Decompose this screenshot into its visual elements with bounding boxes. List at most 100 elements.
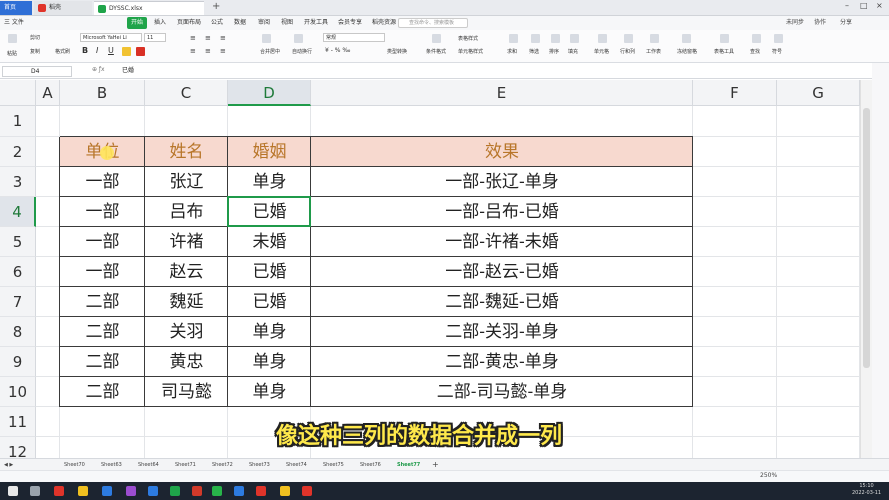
table-cell[interactable]: 一部-张辽-单身 bbox=[311, 167, 693, 197]
fill-color-icon[interactable] bbox=[122, 47, 131, 56]
table-cell[interactable]: 一部 bbox=[60, 257, 145, 287]
table-cell[interactable]: 许褚 bbox=[145, 227, 228, 257]
fill-button[interactable]: 填充 bbox=[568, 48, 578, 55]
font-size-select[interactable]: 11 bbox=[144, 33, 166, 42]
menu-review[interactable]: 审阅 bbox=[258, 17, 270, 29]
row-header-8[interactable]: 8 bbox=[0, 317, 36, 347]
scrollbar-thumb[interactable] bbox=[863, 108, 870, 368]
format-painter-button[interactable]: 格式刷 bbox=[55, 48, 70, 55]
zoom-level[interactable]: 250% bbox=[760, 472, 777, 479]
tab-document[interactable]: DYSSC.xlsx bbox=[94, 1, 204, 15]
header-cell[interactable]: 姓名 bbox=[145, 137, 228, 167]
share-button[interactable]: 分享 bbox=[840, 17, 852, 29]
name-box[interactable]: D4 bbox=[2, 66, 72, 77]
vertical-scrollbar[interactable] bbox=[860, 80, 872, 458]
align-left-icon[interactable]: ≡ bbox=[190, 47, 196, 55]
row-col-button[interactable]: 行和列 bbox=[620, 48, 635, 55]
row-header-6[interactable]: 6 bbox=[0, 257, 36, 287]
app-icon[interactable] bbox=[234, 486, 244, 496]
table-cell[interactable]: 一部-吕布-已婚 bbox=[311, 197, 693, 227]
table-style-button[interactable]: 表格样式 bbox=[458, 35, 478, 42]
table-cell[interactable]: 二部 bbox=[60, 287, 145, 317]
maximize-icon[interactable]: □ bbox=[860, 1, 868, 10]
wechat-icon[interactable] bbox=[212, 486, 222, 496]
table-cell[interactable]: 单身 bbox=[228, 347, 311, 377]
align-right-icon[interactable]: ≡ bbox=[220, 47, 226, 55]
table-cell[interactable]: 未婚 bbox=[228, 227, 311, 257]
app-icon[interactable] bbox=[302, 486, 312, 496]
table-cell[interactable]: 司马懿 bbox=[145, 377, 228, 407]
sheet-tab[interactable]: Sheet70 bbox=[64, 460, 85, 470]
find-button[interactable]: 查找 bbox=[750, 48, 760, 55]
add-sheet-icon[interactable]: + bbox=[432, 460, 439, 470]
menu-member[interactable]: 会员专享 bbox=[338, 17, 362, 29]
app-icon[interactable] bbox=[102, 486, 112, 496]
underline-button[interactable]: U bbox=[108, 46, 114, 55]
taskbar-clock[interactable]: 15:10 2022-03-11 bbox=[852, 483, 881, 497]
menu-data[interactable]: 数据 bbox=[234, 17, 246, 29]
column-header-e[interactable]: E bbox=[311, 80, 693, 106]
table-tools-button[interactable]: 表格工具 bbox=[714, 48, 734, 55]
table-cell[interactable]: 一部 bbox=[60, 167, 145, 197]
table-cell[interactable]: 吕布 bbox=[145, 197, 228, 227]
sheet-tab[interactable]: Sheet64 bbox=[138, 460, 159, 470]
wrap-text-button[interactable]: 自动换行 bbox=[292, 48, 312, 55]
table-cell[interactable]: 已婚 bbox=[228, 257, 311, 287]
sheet-tab[interactable]: Sheet72 bbox=[212, 460, 233, 470]
align-center-icon[interactable]: ≡ bbox=[205, 47, 211, 55]
start-icon[interactable] bbox=[8, 486, 18, 496]
table-cell[interactable]: 关羽 bbox=[145, 317, 228, 347]
font-color-icon[interactable] bbox=[136, 47, 145, 56]
row-header-2[interactable]: 2 bbox=[0, 137, 36, 167]
fx-icon[interactable]: ⊕ ƒx bbox=[92, 66, 105, 73]
row-header-9[interactable]: 9 bbox=[0, 347, 36, 377]
column-header-a[interactable]: A bbox=[36, 80, 60, 106]
column-header-g[interactable]: G bbox=[777, 80, 860, 106]
number-format-select[interactable]: 常规 bbox=[323, 33, 385, 42]
table-cell[interactable]: 已婚 bbox=[228, 287, 311, 317]
menu-developer[interactable]: 开发工具 bbox=[304, 17, 328, 29]
table-cell[interactable]: 赵云 bbox=[145, 257, 228, 287]
formula-input[interactable]: 已婚 bbox=[122, 66, 134, 76]
italic-button[interactable]: I bbox=[96, 46, 98, 55]
chrome-icon[interactable] bbox=[54, 486, 64, 496]
menu-file[interactable]: 三 文件 bbox=[4, 17, 24, 29]
table-cell[interactable]: 二部-魏延-已婚 bbox=[311, 287, 693, 317]
row-header-7[interactable]: 7 bbox=[0, 287, 36, 317]
table-cell[interactable]: 一部-许褚-未婚 bbox=[311, 227, 693, 257]
minimize-icon[interactable]: – bbox=[845, 1, 849, 10]
table-cell[interactable]: 张辽 bbox=[145, 167, 228, 197]
row-header-3[interactable]: 3 bbox=[0, 167, 36, 197]
percent-icon[interactable]: ¥ - % ‰ bbox=[325, 47, 350, 54]
table-cell[interactable]: 魏延 bbox=[145, 287, 228, 317]
collaborate-button[interactable]: 协作 bbox=[814, 17, 826, 29]
folder-icon[interactable] bbox=[78, 486, 88, 496]
tab-home[interactable]: 首页 bbox=[0, 1, 32, 15]
table-cell[interactable]: 单身 bbox=[228, 167, 311, 197]
unsynced-status[interactable]: 未同步 bbox=[786, 17, 804, 29]
header-cell[interactable]: 婚姻 bbox=[228, 137, 311, 167]
app-icon[interactable] bbox=[280, 486, 290, 496]
cell-button[interactable]: 单元格 bbox=[594, 48, 609, 55]
app-icon[interactable] bbox=[192, 486, 202, 496]
conditional-format-button[interactable]: 条件格式 bbox=[426, 48, 446, 55]
row-header-1[interactable]: 1 bbox=[0, 106, 36, 137]
select-all-corner[interactable] bbox=[0, 80, 36, 106]
tab-daoke[interactable]: 稻壳 bbox=[34, 1, 92, 15]
table-cell[interactable]: 二部 bbox=[60, 317, 145, 347]
align-middle-icon[interactable]: ≡ bbox=[205, 34, 211, 42]
sheet-tab[interactable]: Sheet63 bbox=[101, 460, 122, 470]
table-cell[interactable]: 单身 bbox=[228, 377, 311, 407]
menu-view[interactable]: 视图 bbox=[281, 17, 293, 29]
row-header-4[interactable]: 4 bbox=[0, 197, 36, 227]
row-header-5[interactable]: 5 bbox=[0, 227, 36, 257]
worksheet-button[interactable]: 工作表 bbox=[646, 48, 661, 55]
sheet-tab[interactable]: Sheet74 bbox=[286, 460, 307, 470]
table-cell[interactable]: 一部-赵云-已婚 bbox=[311, 257, 693, 287]
freeze-panes-button[interactable]: 冻结窗格 bbox=[677, 48, 697, 55]
row-header-12[interactable]: 12 bbox=[0, 437, 36, 458]
row-header-10[interactable]: 10 bbox=[0, 377, 36, 407]
search-icon[interactable] bbox=[30, 486, 40, 496]
sheet-tab[interactable]: Sheet76 bbox=[360, 460, 381, 470]
cut-button[interactable]: 剪切 bbox=[30, 34, 40, 41]
